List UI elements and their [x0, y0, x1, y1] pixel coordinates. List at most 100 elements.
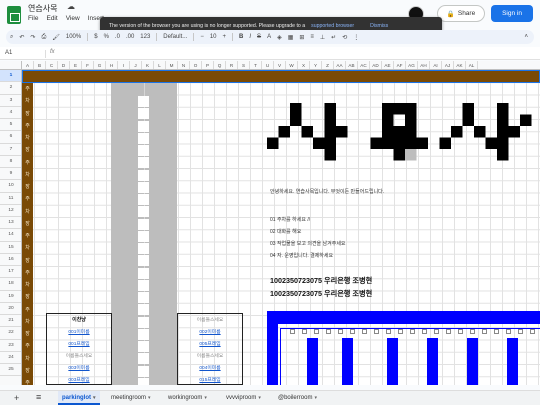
left-table-cell[interactable]: 003이미름	[46, 364, 112, 371]
font-size-decrease-button[interactable]: −	[200, 34, 204, 40]
column-header[interactable]: Q	[214, 61, 226, 69]
menu-item-view[interactable]: View	[66, 15, 80, 22]
column-header[interactable]: I	[118, 61, 130, 69]
all-sheets-icon[interactable]: ≡	[36, 392, 41, 402]
row-header[interactable]: 3	[0, 95, 21, 107]
row-header[interactable]: 23	[0, 340, 21, 352]
percent-format-button[interactable]: %	[104, 34, 109, 40]
share-button[interactable]: 🔒 Share	[437, 5, 485, 22]
borders-icon[interactable]: ▦	[288, 34, 294, 41]
parking-slot[interactable]	[138, 243, 149, 254]
parking-slot[interactable]	[138, 316, 149, 328]
parking-slot[interactable]	[138, 206, 149, 218]
row-header[interactable]: 11	[0, 193, 21, 205]
column-header[interactable]: AK	[454, 61, 466, 69]
column-header[interactable]: AJ	[442, 61, 454, 69]
doc-title[interactable]: 연습사목	[28, 3, 57, 14]
undo-icon[interactable]: ↶	[19, 34, 24, 41]
supported-browser-link[interactable]: supported browser	[311, 23, 354, 29]
collapse-toolbar-icon[interactable]: ˄	[524, 34, 528, 40]
paint-format-icon[interactable]: 🖌	[52, 34, 60, 41]
row-header[interactable]: 20	[0, 303, 21, 315]
parking-slot[interactable]	[138, 108, 149, 120]
chevron-down-icon[interactable]: ▾	[258, 395, 261, 401]
strikethrough-button[interactable]: S	[257, 34, 261, 40]
checkbox-cell[interactable]	[398, 329, 403, 334]
parking-slot[interactable]	[138, 132, 149, 144]
checkbox-cell[interactable]	[314, 329, 319, 334]
parking-slot[interactable]	[138, 267, 149, 279]
column-header[interactable]: N	[178, 61, 190, 69]
right-table-cell[interactable]: 015프레임	[177, 376, 243, 383]
row-header[interactable]: 5	[0, 119, 21, 132]
checkbox-cell[interactable]	[374, 329, 379, 334]
parking-slot[interactable]	[138, 120, 149, 132]
checkbox-cell[interactable]	[290, 329, 295, 334]
sign-in-button[interactable]: Sign in	[491, 5, 533, 22]
parking-slot[interactable]	[138, 157, 149, 169]
zoom-select[interactable]: 100%	[66, 34, 81, 40]
column-header[interactable]: O	[190, 61, 202, 69]
column-header[interactable]: U	[262, 61, 274, 69]
column-header[interactable]: AE	[382, 61, 394, 69]
left-table-cell[interactable]: 003프레임	[46, 376, 112, 383]
right-table-cell[interactable]: 005프레임	[177, 340, 243, 347]
decimal-decrease-button[interactable]: .0	[115, 34, 120, 40]
column-header[interactable]: F	[82, 61, 94, 69]
font-size-input[interactable]: 10	[210, 34, 217, 40]
parking-slot[interactable]	[138, 304, 149, 316]
checkbox-cell[interactable]	[530, 329, 535, 334]
parking-slot[interactable]	[138, 145, 149, 156]
row-header[interactable]: 1	[0, 70, 21, 83]
italic-button[interactable]: I	[249, 34, 251, 40]
checkbox-cell[interactable]	[458, 329, 463, 334]
row-header[interactable]: 6	[0, 131, 21, 144]
column-header[interactable]: V	[274, 61, 286, 69]
rotate-icon[interactable]: ⟲	[342, 34, 347, 41]
column-header[interactable]: AA	[334, 61, 346, 69]
more-icon[interactable]: ⋮	[353, 34, 359, 41]
column-header[interactable]: L	[154, 61, 166, 69]
row-header[interactable]: 16	[0, 254, 21, 266]
checkbox-cell[interactable]	[350, 329, 355, 334]
row-header[interactable]: 14	[0, 229, 21, 242]
column-header[interactable]: AI	[430, 61, 442, 69]
menu-item-file[interactable]: File	[28, 15, 38, 22]
column-header[interactable]: T	[250, 61, 262, 69]
row-header[interactable]: 10	[0, 180, 21, 193]
row-header[interactable]: 18	[0, 278, 21, 291]
parking-slot[interactable]	[138, 218, 149, 230]
sheet-tab[interactable]: workingroom ▾	[164, 391, 211, 405]
sheet-grid[interactable]: 주차장주차장주차장주차장주차장주차장주차장주차장주 안녕하세요. 연습사목입니다…	[22, 70, 540, 385]
print-icon[interactable]: ⎙	[41, 34, 46, 41]
row-header[interactable]: 25	[0, 364, 21, 377]
parking-slot[interactable]	[138, 341, 149, 352]
row-header[interactable]: 22	[0, 327, 21, 340]
decimal-increase-button[interactable]: .00	[126, 34, 134, 40]
checkbox-cell[interactable]	[326, 329, 331, 334]
parking-slot[interactable]	[138, 194, 149, 205]
valign-icon[interactable]: ⊥	[320, 34, 325, 41]
column-header[interactable]: G	[94, 61, 106, 69]
chevron-down-icon[interactable]: ▾	[204, 395, 207, 401]
search-menus-icon[interactable]: ⌕	[10, 34, 13, 41]
column-header[interactable]: H	[106, 61, 118, 69]
text-color-button[interactable]: A	[267, 34, 271, 40]
name-box[interactable]: A1	[5, 50, 12, 56]
column-header[interactable]: D	[58, 61, 70, 69]
column-header[interactable]: Y	[310, 61, 322, 69]
parking-slot[interactable]	[138, 353, 149, 365]
checkbox-cell[interactable]	[410, 329, 415, 334]
parking-slot[interactable]	[138, 365, 149, 377]
redo-icon[interactable]: ↷	[30, 34, 35, 41]
parking-slot[interactable]	[138, 377, 149, 385]
column-header[interactable]: C	[46, 61, 58, 69]
row-header[interactable]: 17	[0, 266, 21, 279]
checkbox-cell[interactable]	[422, 329, 427, 334]
row-header[interactable]: 13	[0, 217, 21, 230]
checkbox-cell[interactable]	[470, 329, 475, 334]
parking-slot[interactable]	[138, 279, 149, 291]
checkbox-cell[interactable]	[518, 329, 523, 334]
parking-slot[interactable]	[138, 292, 149, 303]
row-header[interactable]: 21	[0, 315, 21, 328]
